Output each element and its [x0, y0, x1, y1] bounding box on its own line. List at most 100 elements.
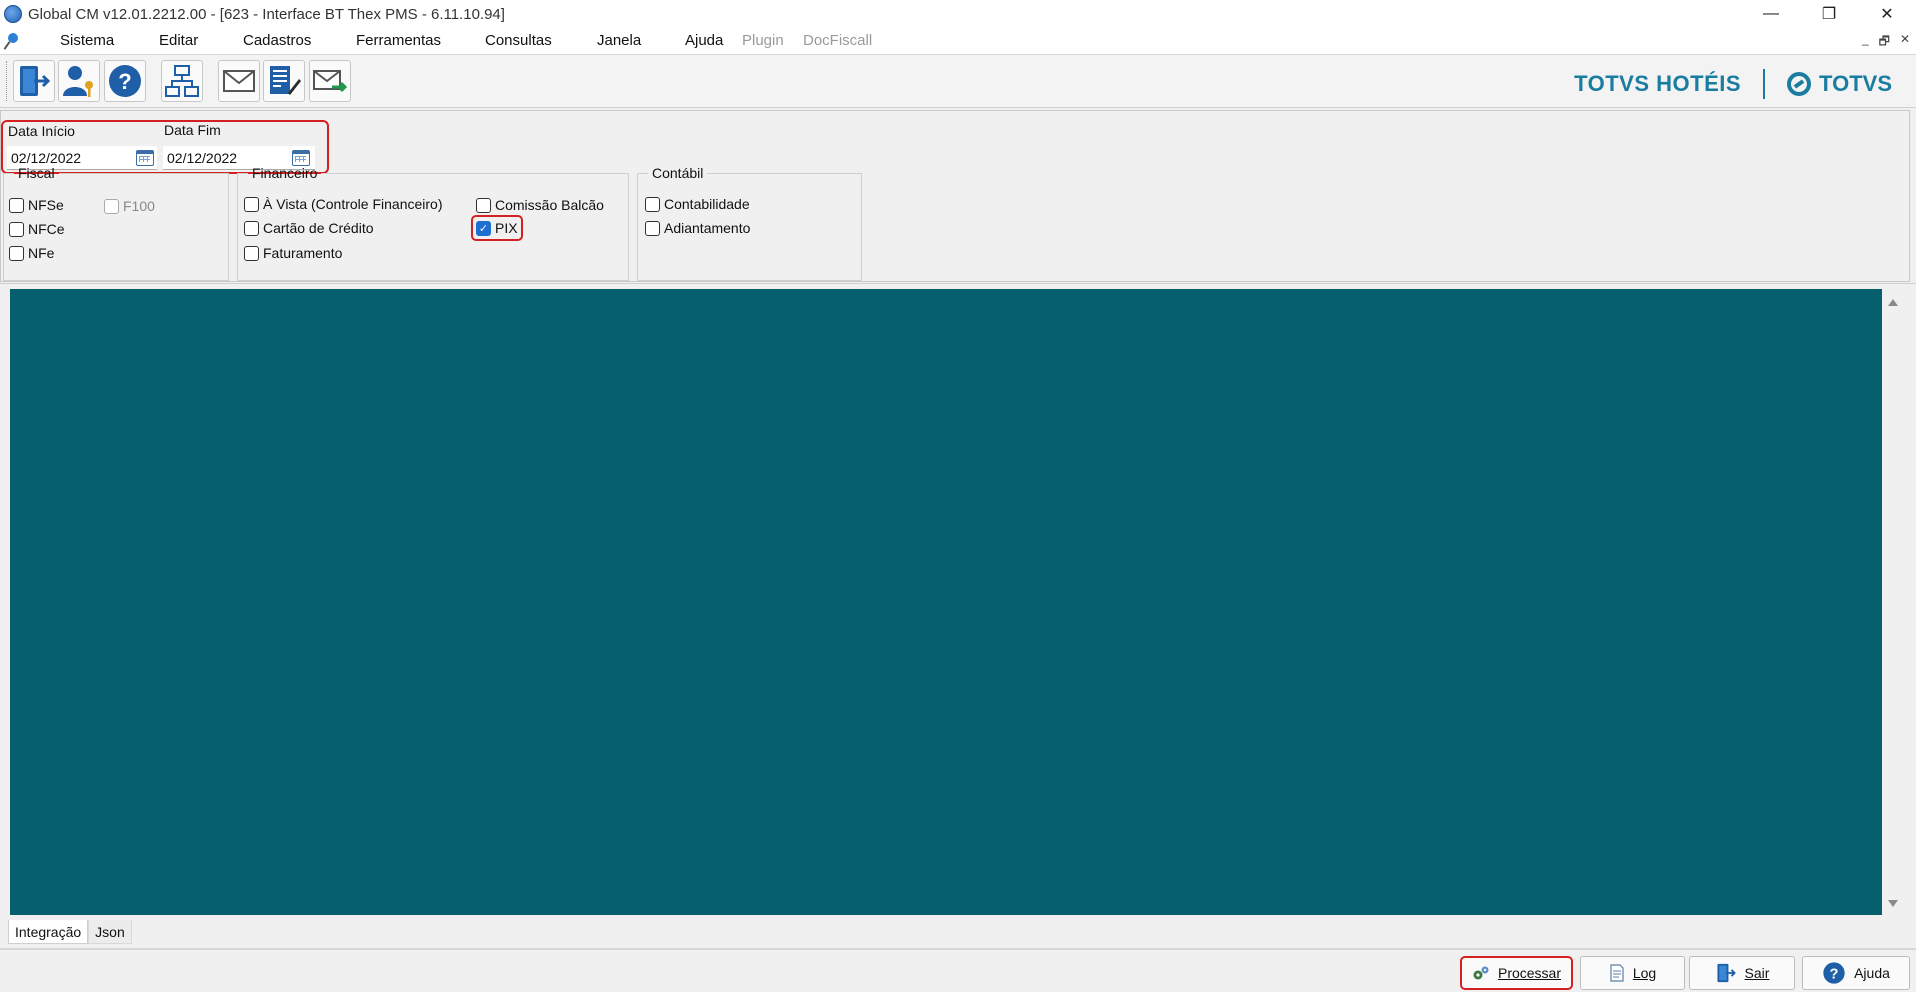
org-chart-button[interactable] [161, 60, 203, 102]
svg-text:?: ? [118, 69, 131, 94]
f100-checkbox: F100 [104, 198, 155, 214]
mdi-close-button[interactable]: ✕ [1900, 32, 1910, 53]
mail-send-icon [313, 70, 348, 93]
menu-consultas[interactable]: Consultas [485, 32, 552, 49]
comissao-balcao-checkbox[interactable]: Comissão Balcão [476, 197, 604, 213]
pix-checkbox[interactable]: ✓ PIX [476, 220, 518, 236]
adiantamento-label: Adiantamento [664, 220, 751, 236]
mdi-minimize-button[interactable]: _ [1862, 32, 1869, 53]
help-button[interactable]: ? [104, 60, 146, 102]
nfe-checkbox[interactable]: NFe [9, 245, 54, 261]
menu-editar[interactable]: Editar [159, 32, 198, 49]
contabilidade-checkbox[interactable]: Contabilidade [645, 196, 750, 212]
adiantamento-box[interactable] [645, 220, 660, 236]
scroll-down-arrow-icon[interactable] [1888, 900, 1898, 907]
cartao-credito-checkbox[interactable]: Cartão de Crédito [244, 220, 374, 236]
scroll-up-arrow-icon[interactable] [1888, 299, 1898, 306]
mdi-restore-button[interactable]: 🗗 [1879, 32, 1890, 53]
mail-send-button[interactable] [309, 60, 351, 102]
totvs-logo-icon [1787, 72, 1812, 96]
fiscal-legend: Fiscal [18, 165, 55, 181]
menu-janela[interactable]: Janela [597, 32, 641, 49]
faturamento-label: Faturamento [263, 245, 343, 261]
mail-button[interactable] [218, 60, 260, 102]
calendar-icon[interactable] [136, 150, 154, 166]
data-inicio-value: 02/12/2022 [11, 149, 82, 166]
faturamento-checkbox[interactable]: Faturamento [244, 245, 342, 261]
title-bar: Global CM v12.01.2212.00 - [623 - Interf… [0, 0, 1916, 28]
data-inicio-label: Data Início [8, 123, 75, 139]
menu-ferramentas[interactable]: Ferramentas [356, 32, 441, 49]
processar-button[interactable]: Processar [1460, 956, 1573, 990]
contabilidade-box[interactable] [645, 196, 660, 212]
nfse-box[interactable] [9, 197, 24, 213]
globe-app-icon [4, 5, 22, 23]
exit-door-icon [1716, 963, 1736, 983]
brand-separator [1763, 69, 1766, 99]
toolbar: ? TOTVS HOTÉIS TOTVS [0, 54, 1916, 108]
document-edit-button[interactable] [263, 60, 305, 102]
pix-label: PIX [495, 220, 518, 236]
tab-integracao[interactable]: Integração [8, 920, 89, 944]
log-document-icon [1610, 964, 1624, 982]
brand-area: TOTVS HOTÉIS TOTVS [1574, 69, 1892, 99]
menu-sistema[interactable]: Sistema [60, 32, 114, 49]
exit-button[interactable] [13, 60, 55, 102]
contabilidade-label: Contabilidade [664, 196, 750, 212]
close-button[interactable]: ✕ [1858, 0, 1916, 28]
menu-plugin: Plugin [742, 32, 784, 49]
tab-json[interactable]: Json [88, 920, 132, 944]
processar-label: Processar [1497, 965, 1562, 981]
menu-ajuda[interactable]: Ajuda [685, 32, 723, 49]
log-label: Log [1632, 965, 1657, 981]
nfe-box[interactable] [9, 245, 24, 261]
calendar-icon[interactable] [292, 150, 310, 166]
toolbar-grip [6, 61, 9, 101]
comissao-balcao-box[interactable] [476, 197, 491, 213]
pix-box[interactable]: ✓ [476, 220, 491, 236]
nfce-box[interactable] [9, 221, 24, 237]
gears-icon [1473, 966, 1489, 980]
footer-bar: Processar Log Sair ? Ajuda [0, 948, 1916, 992]
ajuda-button[interactable]: ? Ajuda [1802, 956, 1910, 990]
menu-cadastros[interactable]: Cadastros [243, 32, 311, 49]
window-controls: — ❐ ✕ [1742, 0, 1916, 28]
org-chart-icon [165, 65, 199, 97]
minimize-button[interactable]: — [1742, 0, 1800, 28]
user-key-icon [63, 66, 93, 97]
log-button[interactable]: Log [1580, 956, 1685, 990]
adiantamento-checkbox[interactable]: Adiantamento [645, 220, 750, 236]
sair-label: Sair [1744, 965, 1770, 981]
nfse-checkbox[interactable]: NFSe [9, 197, 64, 213]
data-fim-value: 02/12/2022 [167, 149, 238, 166]
a-vista-label: À Vista (Controle Financeiro) [263, 196, 443, 212]
faturamento-box[interactable] [244, 245, 259, 261]
user-permissions-button[interactable] [58, 60, 100, 102]
sair-button[interactable]: Sair [1689, 956, 1795, 990]
pin-icon[interactable] [4, 31, 24, 51]
fiscal-group: Fiscal NFSe NFCe NFe F100 [3, 165, 229, 281]
contabil-group: Contábil Contabilidade Adiantamento [637, 165, 862, 281]
financeiro-legend: Financeiro [252, 165, 318, 181]
nfse-label: NFSe [28, 197, 64, 213]
vertical-scrollbar[interactable] [1882, 289, 1904, 915]
a-vista-box[interactable] [244, 196, 259, 212]
help-icon: ? [109, 65, 141, 97]
nfce-checkbox[interactable]: NFCe [9, 221, 65, 237]
a-vista-checkbox[interactable]: À Vista (Controle Financeiro) [244, 196, 442, 212]
content-frame: Integração Json [0, 283, 1916, 944]
document-edit-icon [270, 66, 301, 95]
nfce-label: NFCe [28, 221, 65, 237]
integration-output-area[interactable] [10, 289, 1882, 915]
data-fim-label: Data Fim [164, 122, 221, 138]
content-tabs: Integração Json [8, 920, 132, 944]
contabil-legend: Contábil [652, 165, 704, 181]
mdi-controls: _ 🗗 ✕ [1862, 32, 1910, 53]
f100-box [104, 198, 119, 214]
brand-totvs-text: TOTVS [1819, 71, 1892, 96]
cartao-credito-box[interactable] [244, 220, 259, 236]
window-title: Global CM v12.01.2212.00 - [623 - Interf… [28, 5, 505, 23]
menu-docfiscall: DocFiscall [803, 32, 873, 49]
restore-button[interactable]: ❐ [1800, 0, 1858, 28]
menu-bar: Sistema Editar Cadastros Ferramentas Con… [0, 28, 1916, 54]
